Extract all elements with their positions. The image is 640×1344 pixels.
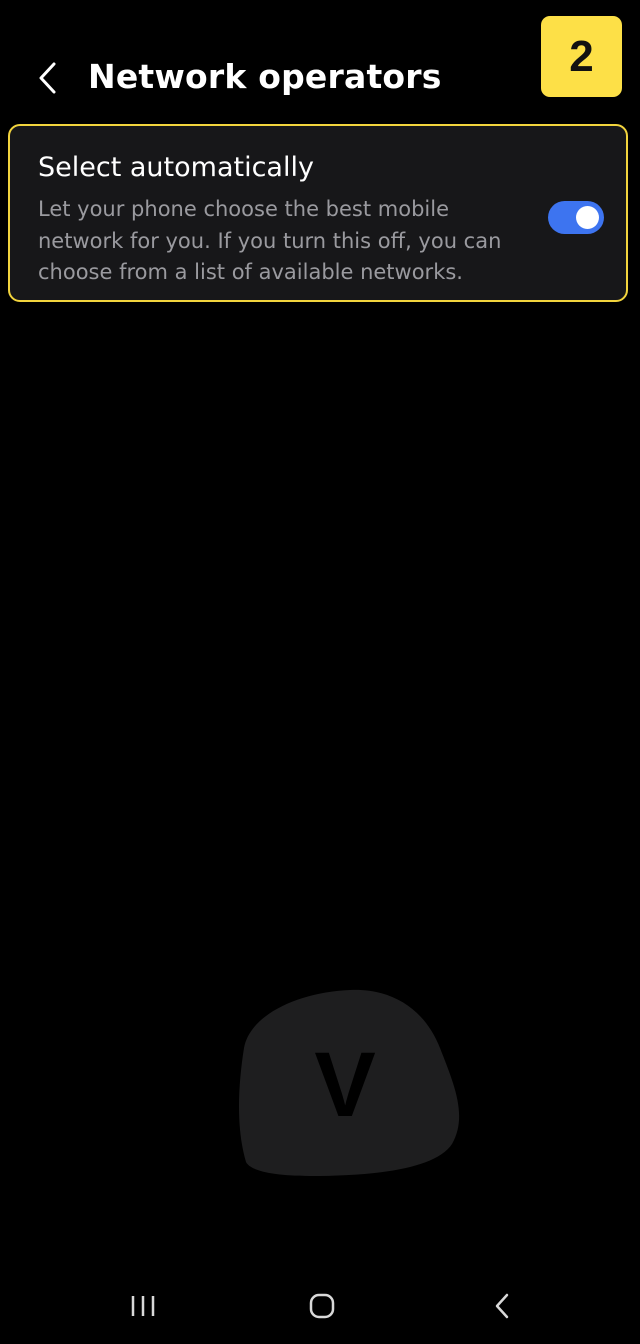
watermark-logo: V: [239, 989, 460, 1176]
step-number-badge: 2: [541, 16, 622, 97]
select-automatically-setting[interactable]: Select automatically Let your phone choo…: [8, 124, 628, 302]
chevron-left-icon: [39, 62, 56, 94]
system-navigation-bar: [0, 1270, 640, 1344]
recents-icon: [131, 1296, 155, 1316]
nav-back-button[interactable]: [480, 1286, 524, 1326]
back-button[interactable]: [28, 58, 68, 98]
watermark-letter: V: [314, 1034, 375, 1136]
toggle-knob: [576, 206, 599, 229]
home-icon: [309, 1293, 335, 1319]
setting-title: Select automatically: [38, 152, 314, 183]
recents-button[interactable]: [121, 1286, 165, 1326]
back-icon: [495, 1293, 509, 1319]
page-title: Network operators: [88, 57, 442, 96]
home-button[interactable]: [300, 1286, 344, 1326]
select-automatically-toggle[interactable]: [548, 201, 604, 234]
setting-description: Let your phone choose the best mobile ne…: [38, 197, 502, 284]
